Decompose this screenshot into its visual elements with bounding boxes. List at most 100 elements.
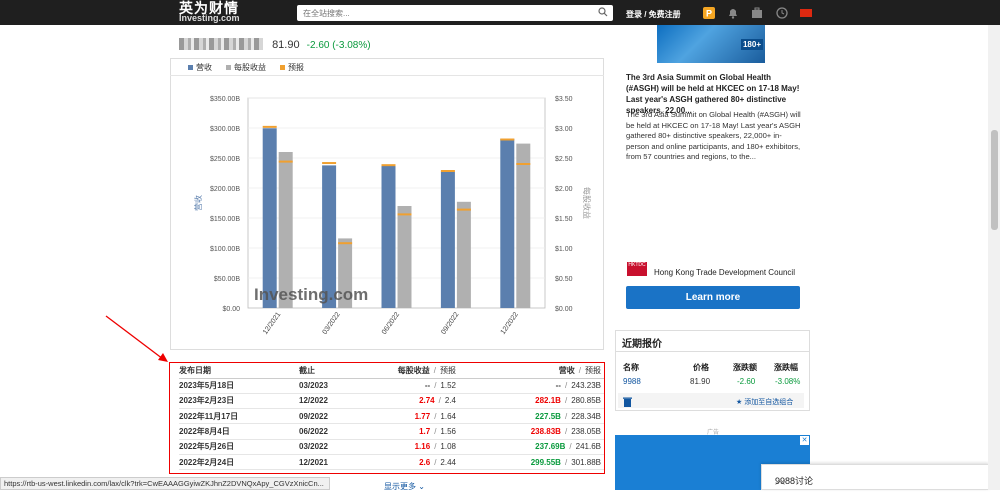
table-row: 2022年11月17日 09/2022 1.77/1.64 227.5B/228.34…: [179, 408, 604, 425]
left-tick-label: $50.00B: [214, 276, 240, 283]
row-revenue: --/243.23B: [459, 378, 604, 394]
earnings-table: 发布日期 截止 每股收益 / 预报 营收 / 预报 2023年5月18日 03/2023-…: [179, 363, 604, 471]
row-eps-actual: 2.74: [419, 396, 435, 406]
left-tick-label: $300.00B: [210, 126, 240, 133]
discussion-panel[interactable]: 9988讨论 ︿: [761, 464, 989, 490]
row-period: 12/2021: [299, 454, 369, 471]
row-eps: 1.7/1.56: [369, 423, 459, 440]
row-eps-actual: 1.77: [414, 411, 431, 421]
row-revenue-forecast: 301.88B: [571, 457, 601, 467]
row-period: 03/2022: [299, 439, 369, 455]
row-revenue-forecast: 241.6B: [575, 442, 601, 452]
row-eps-forecast: 2.44: [440, 457, 456, 467]
recent-quotes-title: 近期报价: [622, 339, 662, 350]
row-revenue-forecast: 280.85B: [571, 396, 601, 406]
col-revenue-forecast: 预报: [585, 365, 601, 375]
quotes-col-name: 名称: [623, 363, 639, 372]
briefcase-icon[interactable]: [751, 7, 763, 19]
learn-more-button[interactable]: Learn more: [626, 286, 800, 309]
row-eps-sep: /: [434, 442, 437, 452]
row-revenue-sep: /: [564, 457, 568, 467]
legend-swatch-revenue: [188, 65, 193, 70]
row-date: 2023年5月18日: [179, 378, 299, 394]
ad-org-logo: HKTDC: [627, 262, 647, 276]
eps-bar: [516, 143, 531, 308]
col-release-date: 发布日期: [179, 363, 299, 379]
row-eps-actual: 1.7: [419, 427, 431, 437]
logo-en: Investing.com: [179, 13, 240, 23]
ad-org-name: Hong Kong Trade Development Council: [654, 268, 795, 277]
quotes-col-change: 涨跌额: [733, 363, 757, 372]
row-revenue-sep: /: [569, 442, 572, 452]
legend-forecast[interactable]: 预报: [280, 62, 304, 73]
search-icon[interactable]: [598, 7, 608, 17]
eps-bar: [397, 206, 412, 308]
ad-banner-image[interactable]: 180+: [657, 25, 765, 63]
legend-eps[interactable]: 每股收益: [226, 62, 266, 73]
revenue-bar: [381, 164, 396, 308]
legend-label-revenue: 营收: [196, 63, 212, 72]
search-box: [297, 5, 613, 21]
x-tick-label: 12/2022: [500, 311, 520, 336]
bell-icon[interactable]: [727, 7, 739, 19]
row-period: 03/2023: [299, 378, 369, 394]
search-input[interactable]: [297, 5, 587, 21]
right-tick-label: $1.50: [555, 216, 573, 223]
row-revenue-actual: 238.83B: [530, 427, 561, 437]
table-row: 2022年2月24日 12/2021 2.6/2.44 299.55B/301.88B: [179, 454, 604, 471]
row-date: 2022年2月24日: [179, 454, 299, 471]
row-eps-forecast: 1.64: [440, 411, 456, 421]
col-revenue-sep: /: [578, 365, 581, 375]
eps-bar: [456, 201, 471, 308]
left-tick-label: $100.00B: [210, 246, 240, 253]
close-icon[interactable]: ✕: [800, 436, 809, 445]
left-tick-label: $0.00: [222, 306, 240, 313]
row-revenue-sep: /: [564, 411, 568, 421]
x-tick-label: 06/2022: [381, 311, 401, 336]
row-revenue-actual: 227.5B: [535, 411, 561, 421]
right-tick-label: $2.50: [555, 156, 573, 163]
legend-label-eps: 每股收益: [234, 63, 266, 72]
quote-pct: -3.08%: [775, 377, 801, 386]
star-icon: ★: [736, 399, 743, 406]
revenue-bar: [262, 128, 277, 308]
chevron-up-icon[interactable]: ︿: [775, 472, 976, 487]
login-link[interactable]: 登录 / 免费注册: [626, 9, 681, 20]
right-tick-label: $0.50: [555, 276, 573, 283]
earnings-bar-chart: $0.00 $50.00B $100.00B $150.00B $200.00B $250…: [193, 96, 592, 336]
browser-status-url: https://rtb-us-west.linkedin.com/lax/clk…: [0, 477, 330, 490]
right-tick-label: $2.00: [555, 186, 573, 193]
x-tick-label: 12/2021: [262, 311, 282, 336]
col-eps-forecast: 预报: [440, 365, 456, 375]
row-revenue: 237.69B/241.6B: [459, 439, 604, 455]
left-tick-label: $250.00B: [210, 156, 240, 163]
show-more-link[interactable]: 显示更多 ⌄: [384, 481, 425, 492]
trash-icon[interactable]: [623, 397, 632, 407]
chart-legend: 营收 每股收益 预报: [188, 62, 304, 73]
legend-revenue[interactable]: 营收: [188, 62, 212, 73]
row-date: 2022年8月4日: [179, 423, 299, 440]
pro-icon[interactable]: P: [703, 7, 715, 19]
flag-icon[interactable]: [800, 9, 812, 17]
scrollbar-thumb[interactable]: [991, 130, 998, 230]
quotes-col-pct: 涨跌幅: [774, 363, 798, 372]
legend-swatch-eps: [226, 65, 231, 70]
right-tick-label: $0.00: [555, 306, 573, 313]
quotes-col-price: 价格: [693, 363, 709, 372]
left-tick-label: $150.00B: [210, 216, 240, 223]
ad-badge: 180+: [740, 39, 763, 50]
investing-watermark: Investing.com: [254, 285, 368, 304]
add-to-watchlist-button[interactable]: ★ 添加至自选组合: [736, 397, 793, 407]
scrollbar-track[interactable]: [988, 25, 1000, 490]
row-revenue-actual: --: [555, 381, 561, 391]
stock-price: 81.90: [272, 39, 300, 51]
row-period: 06/2022: [299, 423, 369, 440]
quote-symbol-link[interactable]: 9988: [623, 377, 641, 386]
svg-text:P: P: [706, 9, 712, 19]
clock-icon[interactable]: [776, 7, 788, 19]
right-tick-label: $1.00: [555, 246, 573, 253]
row-revenue-actual: 282.1B: [535, 396, 561, 406]
table-row: 2023年5月18日 03/2023 --/1.52 --/243.23B: [179, 378, 604, 394]
site-logo[interactable]: 英为财情 Investing.com: [179, 1, 240, 23]
quote-change: -2.60: [737, 377, 756, 386]
